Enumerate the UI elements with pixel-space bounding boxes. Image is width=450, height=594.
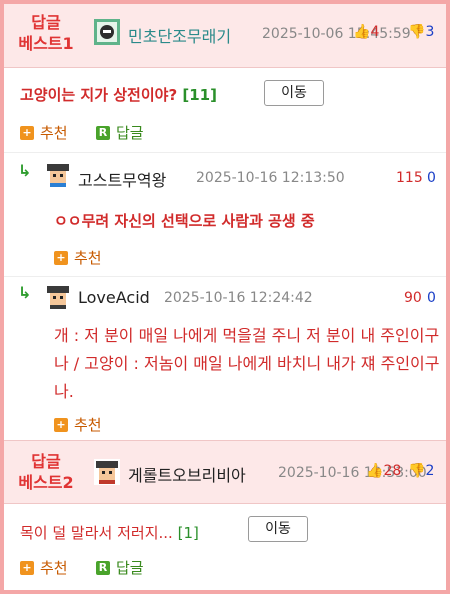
best1-up[interactable]: 👍4 <box>353 24 379 40</box>
plus-square-icon: + <box>20 125 34 140</box>
avatar[interactable] <box>45 162 71 188</box>
best1-label-line1: 답글 <box>31 13 61 32</box>
best2-date: 2025-10-16 12:53:00 <box>278 465 427 481</box>
reply-arrow-icon: ↳ <box>18 283 32 302</box>
avatar[interactable] <box>94 459 120 485</box>
best2-recommend-button[interactable]: + 추천 <box>20 557 68 578</box>
best2-label-line1: 답글 <box>31 452 61 471</box>
thumb-down-icon: 👎 <box>408 463 426 479</box>
best2-reply-button[interactable]: R 답글 <box>96 557 144 578</box>
best1-post-title[interactable]: 고양이는 지가 상전이야? [11] <box>20 84 217 105</box>
best1-date: 2025-10-06 15:45:59 <box>262 26 411 42</box>
plus-square-icon: + <box>20 560 34 575</box>
best2-up[interactable]: 👍28 <box>366 463 401 479</box>
best2-count: [1] <box>177 524 199 542</box>
reply1-nick[interactable]: 고스트무역왕 <box>78 167 166 191</box>
avatar[interactable] <box>45 284 71 310</box>
best1-down-count: 3 <box>425 24 435 40</box>
best2-move-button[interactable]: 이동 <box>248 516 308 542</box>
divider <box>4 152 446 153</box>
best2-recommend-label: 추천 <box>40 559 68 577</box>
reply1-text: ㅇㅇ무려 자신의 선택으로 사람과 공생 중 <box>54 212 315 230</box>
best1-label: 답글 베스트1 <box>10 12 82 54</box>
thumb-up-icon: 👍 <box>353 24 371 40</box>
best2-nick[interactable]: 게롤트오브리비아 <box>128 462 246 486</box>
best1-down[interactable]: 👎3 <box>408 24 434 40</box>
best1-reply-label: 답글 <box>116 124 144 142</box>
divider <box>4 276 446 277</box>
best2-up-count: 28 <box>383 463 402 479</box>
reply2-text: 개 : 저 분이 매일 나에게 먹을걸 주니 저 분이 내 주인이구나 / 고양… <box>54 326 440 401</box>
plus-square-icon: + <box>54 250 68 265</box>
reply1-date: 2025-10-16 12:13:50 <box>196 170 345 186</box>
best2-down[interactable]: 👎2 <box>408 463 434 479</box>
best2-reply-label: 답글 <box>116 559 144 577</box>
plus-square-icon: + <box>54 417 68 432</box>
best1-title-text[interactable]: 고양이는 지가 상전이야? <box>20 86 177 104</box>
reply1-down[interactable]: 0 <box>427 170 436 186</box>
reply2-up[interactable]: 90 <box>404 290 422 306</box>
best2-label-line2: 베스트2 <box>18 473 74 492</box>
best2-header: 답글 베스트2 게롤트오브리비아 2025-10-16 12:53:00 👍28… <box>4 440 446 504</box>
best1-nick[interactable]: 민초단조무래기 <box>128 23 231 47</box>
best1-header: 답글 베스트1 민초단조무래기 2025-10-06 15:45:59 👍4 👎… <box>4 4 446 68</box>
best2-down-count: 2 <box>425 463 435 479</box>
best1-up-count: 4 <box>370 24 380 40</box>
reply1-recommend-label: 추천 <box>74 249 102 267</box>
r-square-icon: R <box>96 125 110 140</box>
reply-arrow-icon: ↳ <box>18 161 32 180</box>
best2-title-text[interactable]: 목이 덜 말라서 저러지... <box>20 524 173 542</box>
best1-move-button[interactable]: 이동 <box>264 80 324 106</box>
best1-recommend-button[interactable]: + 추천 <box>20 122 68 143</box>
best1-label-line2: 베스트1 <box>18 34 74 53</box>
reply2-nick[interactable]: LoveAcid <box>78 288 150 307</box>
thumb-down-icon: 👎 <box>408 24 426 40</box>
best2-post-title[interactable]: 목이 덜 말라서 저러지... [1] <box>20 522 199 543</box>
reply1-recommend-button[interactable]: + 추천 <box>54 247 102 268</box>
reply2-date: 2025-10-16 12:24:42 <box>164 290 313 306</box>
reply2-down[interactable]: 0 <box>427 290 436 306</box>
thumb-up-icon: 👍 <box>366 463 384 479</box>
best1-count: [11] <box>182 86 217 104</box>
best1-reply-button[interactable]: R 답글 <box>96 122 144 143</box>
comment-panel: 답글 베스트1 민초단조무래기 2025-10-06 15:45:59 👍4 👎… <box>0 0 450 594</box>
reply2-recommend-button[interactable]: + 추천 <box>54 414 102 435</box>
avatar[interactable] <box>94 19 120 45</box>
best1-recommend-label: 추천 <box>40 124 68 142</box>
best2-label: 답글 베스트2 <box>10 451 82 493</box>
reply2-recommend-label: 추천 <box>74 416 102 434</box>
reply1-up[interactable]: 115 <box>396 170 423 186</box>
r-square-icon: R <box>96 560 110 575</box>
